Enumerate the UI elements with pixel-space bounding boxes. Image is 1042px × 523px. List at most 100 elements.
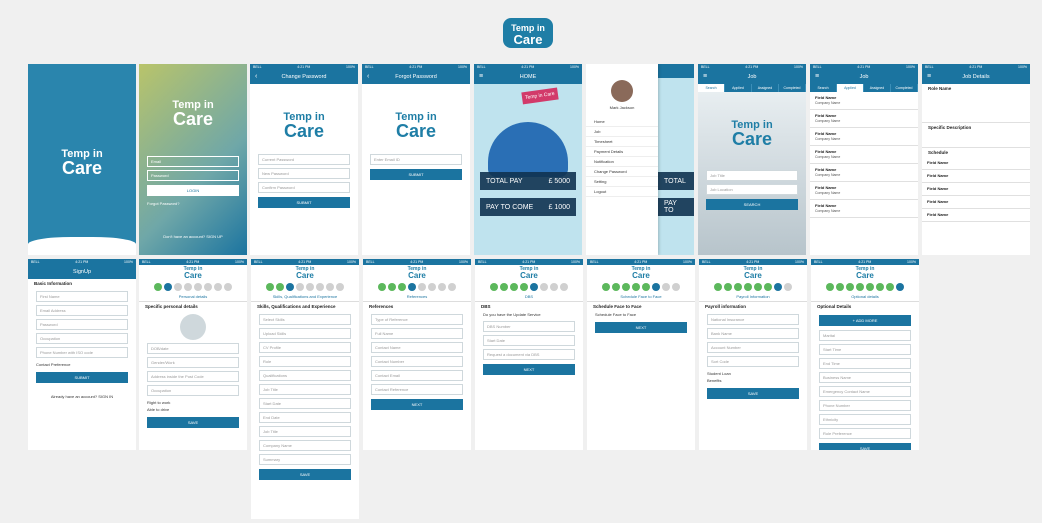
- form-field[interactable]: DBS Number: [483, 321, 575, 332]
- form-field[interactable]: Full Name: [371, 328, 463, 339]
- form-field[interactable]: End Date: [259, 412, 351, 423]
- signup-field[interactable]: First Name: [36, 291, 128, 302]
- confirm-password-field[interactable]: Confirm Password: [258, 182, 350, 193]
- form-field[interactable]: Select Skills: [259, 314, 351, 325]
- tab-search[interactable]: Search: [698, 84, 725, 92]
- menu-item[interactable]: Timesheet: [586, 137, 658, 147]
- form-field[interactable]: CV Profile: [259, 342, 351, 353]
- form-field[interactable]: Company Name: [259, 440, 351, 451]
- form-field[interactable]: Contact Email: [371, 370, 463, 381]
- schedule-row: Field Name: [922, 196, 1030, 209]
- form-field[interactable]: Ethnicity: [819, 414, 911, 425]
- save-button[interactable]: SAVE: [819, 443, 911, 450]
- save-button[interactable]: SAVE: [147, 417, 239, 428]
- tab-assigned[interactable]: Assigned: [864, 84, 891, 92]
- menu-item[interactable]: Home: [586, 117, 658, 127]
- menu-icon[interactable]: ≡: [815, 70, 819, 84]
- form-field[interactable]: Job Title: [259, 426, 351, 437]
- signup-field[interactable]: Phone Number with ISO code: [36, 347, 128, 358]
- save-button[interactable]: SAVE: [259, 469, 351, 480]
- job-item-company: Company Name: [815, 209, 841, 213]
- search-button[interactable]: SEARCH: [706, 199, 798, 210]
- job-list-item[interactable]: Field Name Company Name: [810, 182, 918, 200]
- form-field[interactable]: Role Preference: [819, 428, 911, 439]
- menu-item[interactable]: Notification: [586, 157, 658, 167]
- next-button[interactable]: NEXT: [595, 322, 687, 333]
- form-field[interactable]: Marital: [819, 330, 911, 341]
- login-button[interactable]: LOGIN: [147, 185, 239, 196]
- forgot-password-link[interactable]: Forgot Password?: [139, 200, 247, 207]
- next-button[interactable]: NEXT: [483, 364, 575, 375]
- signin-link[interactable]: SIGN IN: [98, 394, 113, 399]
- form-field[interactable]: Gender/Work: [147, 357, 239, 368]
- form-field[interactable]: DOB/date: [147, 343, 239, 354]
- form-field[interactable]: Start Date: [483, 335, 575, 346]
- menu-item[interactable]: Logout: [586, 187, 658, 197]
- signup-field[interactable]: Email Address: [36, 305, 128, 316]
- signup-link[interactable]: SIGN UP: [206, 234, 222, 239]
- form-field[interactable]: Upload Skills: [259, 328, 351, 339]
- submit-button[interactable]: SUBMIT: [258, 197, 350, 208]
- job-title-field[interactable]: Job Title: [706, 170, 798, 181]
- tab-assigned[interactable]: Assigned: [752, 84, 779, 92]
- form-field[interactable]: Role: [259, 356, 351, 367]
- form-field[interactable]: Contact Name: [371, 342, 463, 353]
- tab-applied[interactable]: Applied: [837, 84, 864, 92]
- email-field[interactable]: Email: [147, 156, 239, 167]
- submit-button[interactable]: SUBMIT: [370, 169, 462, 180]
- form-field[interactable]: Address inside the Post Code: [147, 371, 239, 382]
- form-field[interactable]: Emergency Contact Name: [819, 386, 911, 397]
- form-field[interactable]: Summary: [259, 454, 351, 465]
- avatar-placeholder[interactable]: [180, 314, 206, 340]
- form-field[interactable]: Request a document via DBS: [483, 349, 575, 360]
- form-field[interactable]: Sort Code: [707, 356, 799, 367]
- save-button[interactable]: SAVE: [707, 388, 799, 399]
- form-field[interactable]: Job Title: [259, 384, 351, 395]
- job-list-item[interactable]: Field Name Company Name: [810, 164, 918, 182]
- job-list-item[interactable]: Field Name Company Name: [810, 92, 918, 110]
- job-list-item[interactable]: Field Name Company Name: [810, 146, 918, 164]
- form-field[interactable]: End Time: [819, 358, 911, 369]
- tab-completed[interactable]: Completed: [779, 84, 806, 92]
- form-field[interactable]: Type of Reference: [371, 314, 463, 325]
- menu-icon[interactable]: ≡: [927, 70, 931, 84]
- new-password-field[interactable]: New Password: [258, 168, 350, 179]
- password-field[interactable]: Password: [147, 170, 239, 181]
- menu-icon[interactable]: ≡: [703, 70, 707, 84]
- form-field[interactable]: Phone Number: [819, 400, 911, 411]
- form-field[interactable]: National Insurance: [707, 314, 799, 325]
- form-field[interactable]: Qualifications: [259, 370, 351, 381]
- form-field[interactable]: Start Date: [259, 398, 351, 409]
- submit-button[interactable]: SUBMIT: [36, 372, 128, 383]
- add-more-button[interactable]: + ADD MORE: [819, 315, 911, 326]
- back-icon[interactable]: ‹: [255, 70, 257, 84]
- form-field[interactable]: Business Name: [819, 372, 911, 383]
- menu-icon[interactable]: ≡: [479, 70, 483, 84]
- tab-applied[interactable]: Applied: [725, 84, 752, 92]
- signup-field[interactable]: Password: [36, 319, 128, 330]
- signup-field[interactable]: Occupation: [36, 333, 128, 344]
- user-name: Mark Jackson: [609, 105, 635, 110]
- menu-item[interactable]: Change Password: [586, 167, 658, 177]
- back-icon[interactable]: ‹: [367, 70, 369, 84]
- tab-completed[interactable]: Completed: [891, 84, 918, 92]
- form-field[interactable]: Start Time: [819, 344, 911, 355]
- job-list-item[interactable]: Field Name Company Name: [810, 200, 918, 218]
- email-field[interactable]: Enter Email ID: [370, 154, 462, 165]
- job-list-item[interactable]: Field Name Company Name: [810, 110, 918, 128]
- form-field[interactable]: Contact Number: [371, 356, 463, 367]
- job-list-item[interactable]: Field Name Company Name: [810, 128, 918, 146]
- form-field[interactable]: Bank Name: [707, 328, 799, 339]
- next-button[interactable]: NEXT: [371, 399, 463, 410]
- form-field[interactable]: Contact Reference: [371, 384, 463, 395]
- job-item-company: Company Name: [815, 155, 841, 159]
- menu-item[interactable]: Job: [586, 127, 658, 137]
- form-field[interactable]: Account Number: [707, 342, 799, 353]
- tab-search[interactable]: Search: [810, 84, 837, 92]
- menu-item[interactable]: Payment Details: [586, 147, 658, 157]
- job-location-field[interactable]: Job Location: [706, 184, 798, 195]
- current-password-field[interactable]: Current Password: [258, 154, 350, 165]
- form-field[interactable]: Occupation: [147, 385, 239, 396]
- schedule-row: Field Name: [922, 209, 1030, 222]
- menu-item[interactable]: Setting: [586, 177, 658, 187]
